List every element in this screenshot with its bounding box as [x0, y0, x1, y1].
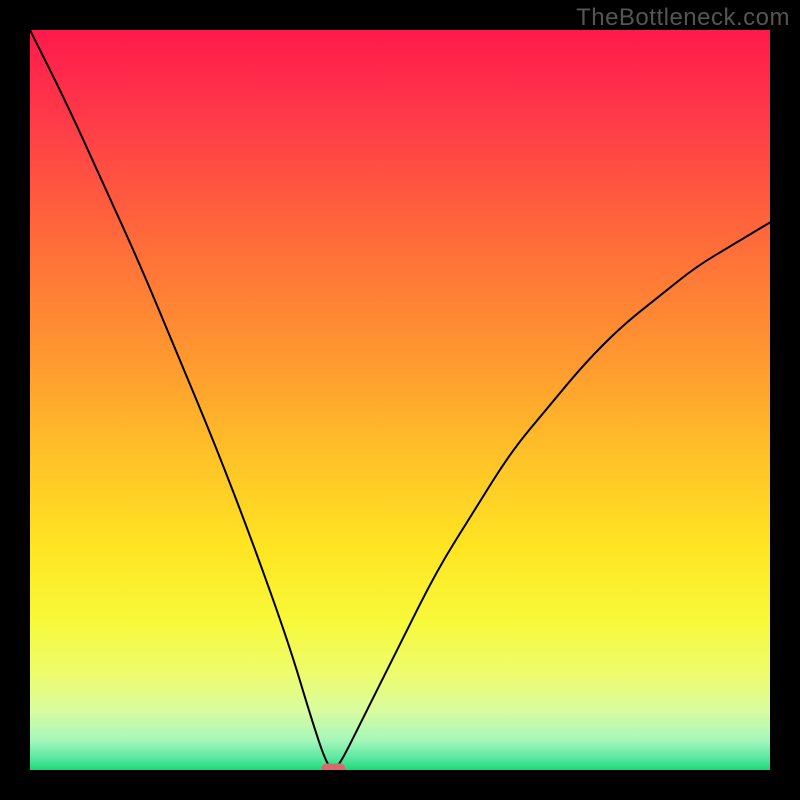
chart-svg: [30, 30, 770, 770]
gradient-rect: [30, 30, 770, 770]
watermark-text: TheBottleneck.com: [576, 4, 790, 32]
chart-frame: TheBottleneck.com: [0, 0, 800, 800]
plot-area: [30, 30, 770, 770]
optimum-marker: [321, 764, 345, 771]
